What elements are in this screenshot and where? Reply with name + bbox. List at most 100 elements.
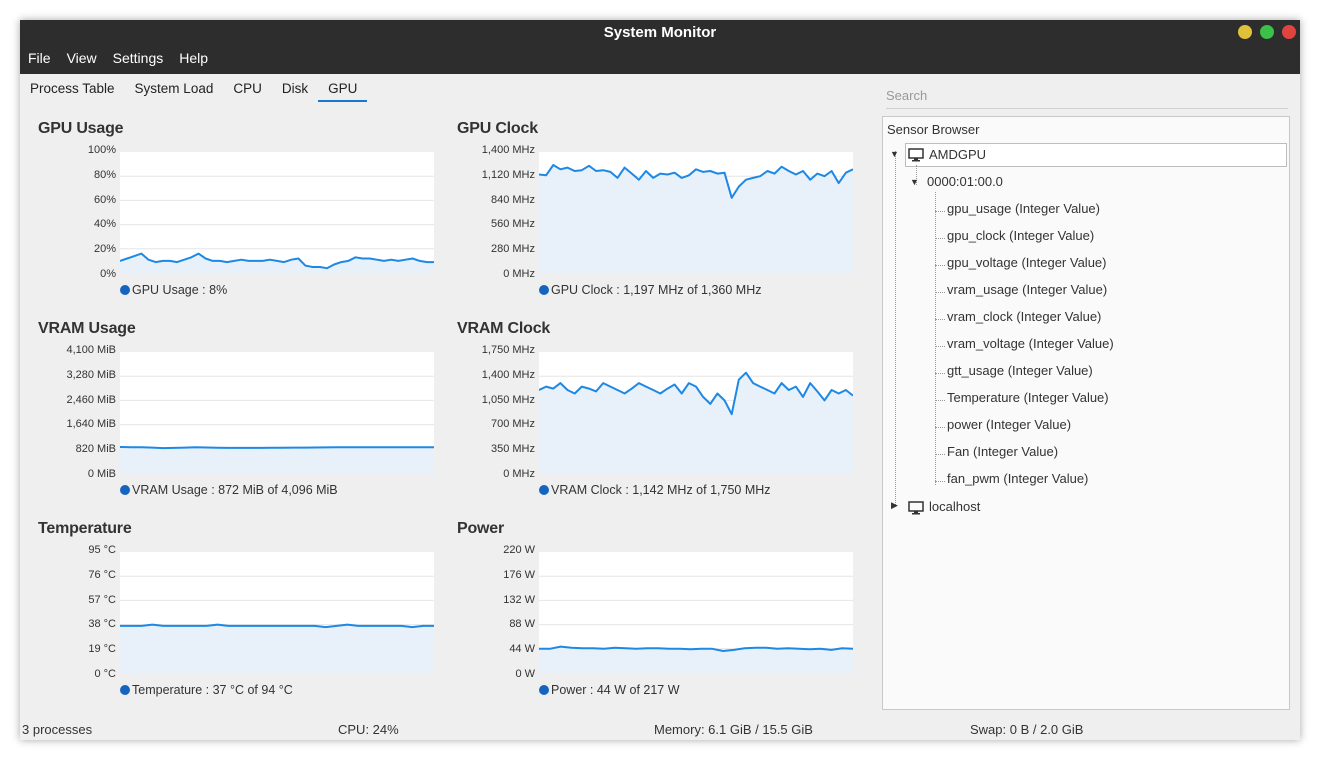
chart-legend: Power : 44 W of 217 W <box>539 683 680 697</box>
tree-line <box>935 400 945 401</box>
legend-label: GPU Usage : 8% <box>132 283 228 297</box>
y-tick-label: 0 W <box>515 668 535 680</box>
y-tick-label: 1,400 MHz <box>481 368 535 381</box>
tree-node-device[interactable]: 0000:01:00.0 <box>927 174 1003 189</box>
menu-view[interactable]: View <box>67 50 97 72</box>
menu-help[interactable]: Help <box>179 50 208 72</box>
chart-title: Temperature <box>38 520 132 537</box>
menu-bar: File View Settings Help <box>20 50 216 72</box>
sensor-item[interactable]: gpu_usage (Integer Value) <box>947 201 1100 216</box>
tree-line <box>935 373 945 374</box>
tree-node-amdgpu[interactable]: AMDGPU <box>929 147 986 162</box>
y-tick-label: 80% <box>93 168 116 181</box>
tab-cpu[interactable]: CPU <box>223 74 272 102</box>
chart-plot-area <box>539 152 853 273</box>
y-tick-label: 560 MHz <box>490 218 535 231</box>
tree-line <box>895 151 896 507</box>
tab-bar: Process Table System Load CPU Disk GPU <box>20 74 368 102</box>
sensor-item[interactable]: vram_voltage (Integer Value) <box>947 336 1114 351</box>
y-tick-label: 0% <box>100 268 116 280</box>
tab-gpu[interactable]: GPU <box>318 74 368 102</box>
tree-expand-amdgpu[interactable]: ▼ <box>890 149 899 159</box>
y-tick-label: 840 MHz <box>490 193 535 206</box>
tab-disk[interactable]: Disk <box>272 74 318 102</box>
tree-line <box>935 427 945 428</box>
sensor-item[interactable]: Fan (Integer Value) <box>947 444 1058 459</box>
tree-line <box>935 346 945 347</box>
status-swap: Swap: 0 B / 2.0 GiB <box>970 722 1084 737</box>
tab-system-load[interactable]: System Load <box>125 74 224 102</box>
monitor-icon <box>908 501 924 515</box>
y-tick-label: 1,050 MHz <box>481 393 535 406</box>
chart-panel: Power 220 W 176 W 132 W 88 W 44 W 0 W Power : 4… <box>457 520 857 715</box>
sensor-item[interactable]: gpu_voltage (Integer Value) <box>947 255 1106 270</box>
status-bar: 3 processes CPU: 24% Memory: 6.1 GiB / 1… <box>20 720 1300 740</box>
sensor-item[interactable]: gpu_clock (Integer Value) <box>947 228 1094 243</box>
sensor-item[interactable]: gtt_usage (Integer Value) <box>947 363 1093 378</box>
legend-label: Temperature : 37 °C of 94 °C <box>132 683 293 697</box>
legend-label: Power : 44 W of 217 W <box>551 683 680 697</box>
y-tick-label: 95 °C <box>88 544 116 556</box>
chart-title: Power <box>457 520 505 537</box>
y-tick-label: 60% <box>93 193 116 206</box>
series-line <box>120 446 434 450</box>
menu-settings[interactable]: Settings <box>113 50 164 72</box>
search-input[interactable]: Search <box>886 88 1288 109</box>
minimize-button[interactable] <box>1238 25 1252 39</box>
chart-panel: VRAM Clock 1,750 MHz 1,400 MHz 1,050 MHz 700… <box>457 320 857 515</box>
chart-plot-area <box>539 552 853 673</box>
y-tick-label: 132 W <box>503 593 535 606</box>
chart-title: GPU Clock <box>457 120 538 137</box>
y-tick-label: 1,400 MHz <box>481 144 535 156</box>
series-area <box>120 253 434 273</box>
y-tick-label: 176 W <box>503 568 535 581</box>
legend-dot-icon <box>120 485 130 495</box>
sensor-item[interactable]: vram_usage (Integer Value) <box>947 282 1107 297</box>
tree-line <box>935 292 945 293</box>
series-area <box>539 646 853 673</box>
y-tick-label: 88 W <box>509 618 535 631</box>
chart-panel: Temperature 95 °C 76 °C 57 °C 38 °C 19 °C 0 °C… <box>38 520 438 715</box>
tree-line <box>935 454 945 455</box>
y-tick-label: 820 MiB <box>75 443 116 456</box>
legend-dot-icon <box>539 685 549 695</box>
maximize-button[interactable] <box>1260 25 1274 39</box>
tree-line <box>935 192 936 485</box>
tree-line <box>935 481 945 482</box>
legend-dot-icon <box>120 685 130 695</box>
status-cpu: CPU: 24% <box>338 722 399 737</box>
sensor-item[interactable]: power (Integer Value) <box>947 417 1071 432</box>
y-tick-label: 1,750 MHz <box>481 344 535 356</box>
chart-plot-area <box>120 152 434 273</box>
sensor-item[interactable]: Temperature (Integer Value) <box>947 390 1109 405</box>
tree-expand-device[interactable]: ▼ <box>910 177 919 187</box>
y-tick-label: 40% <box>93 218 116 231</box>
y-tick-label: 0 MiB <box>87 468 116 480</box>
series-area <box>120 624 434 673</box>
legend-label: VRAM Usage : 872 MiB of 4,096 MiB <box>132 483 338 497</box>
menu-file[interactable]: File <box>28 50 51 72</box>
series-area <box>539 165 853 273</box>
chart-panel: GPU Usage 100% 80% 60% 40% 20% 0% GPU Usage : 8… <box>38 120 438 315</box>
system-monitor-window: System Monitor File View Settings Help P… <box>20 20 1300 740</box>
sensor-browser-header: Sensor Browser <box>887 122 980 137</box>
tree-node-localhost[interactable]: localhost <box>929 499 980 514</box>
chart-legend: VRAM Clock : 1,142 MHz of 1,750 MHz <box>539 483 771 497</box>
chart-legend: Temperature : 37 °C of 94 °C <box>120 683 293 697</box>
y-tick-label: 20% <box>93 243 116 256</box>
y-tick-label: 100% <box>87 144 116 156</box>
chart-title: VRAM Usage <box>38 320 136 337</box>
window-title: System Monitor <box>603 24 717 41</box>
sensor-item[interactable]: fan_pwm (Integer Value) <box>947 471 1088 486</box>
sensor-item[interactable]: vram_clock (Integer Value) <box>947 309 1101 324</box>
close-button[interactable] <box>1282 25 1296 39</box>
legend-dot-icon <box>120 285 130 295</box>
y-tick-label: 280 MHz <box>490 243 535 256</box>
tree-expand-localhost[interactable]: ▶ <box>891 500 898 511</box>
y-tick-label: 350 MHz <box>490 443 535 456</box>
title-bar: System Monitor File View Settings Help <box>20 20 1300 74</box>
chart-panel: VRAM Usage 4,100 MiB 3,280 MiB 2,460 MiB 1,6… <box>38 320 438 515</box>
y-tick-label: 57 °C <box>88 593 116 606</box>
sensor-browser: Sensor Browser ▼ AMDGPU ▼ 0000:01:00.0 g… <box>882 116 1290 710</box>
tab-process-table[interactable]: Process Table <box>20 74 125 102</box>
